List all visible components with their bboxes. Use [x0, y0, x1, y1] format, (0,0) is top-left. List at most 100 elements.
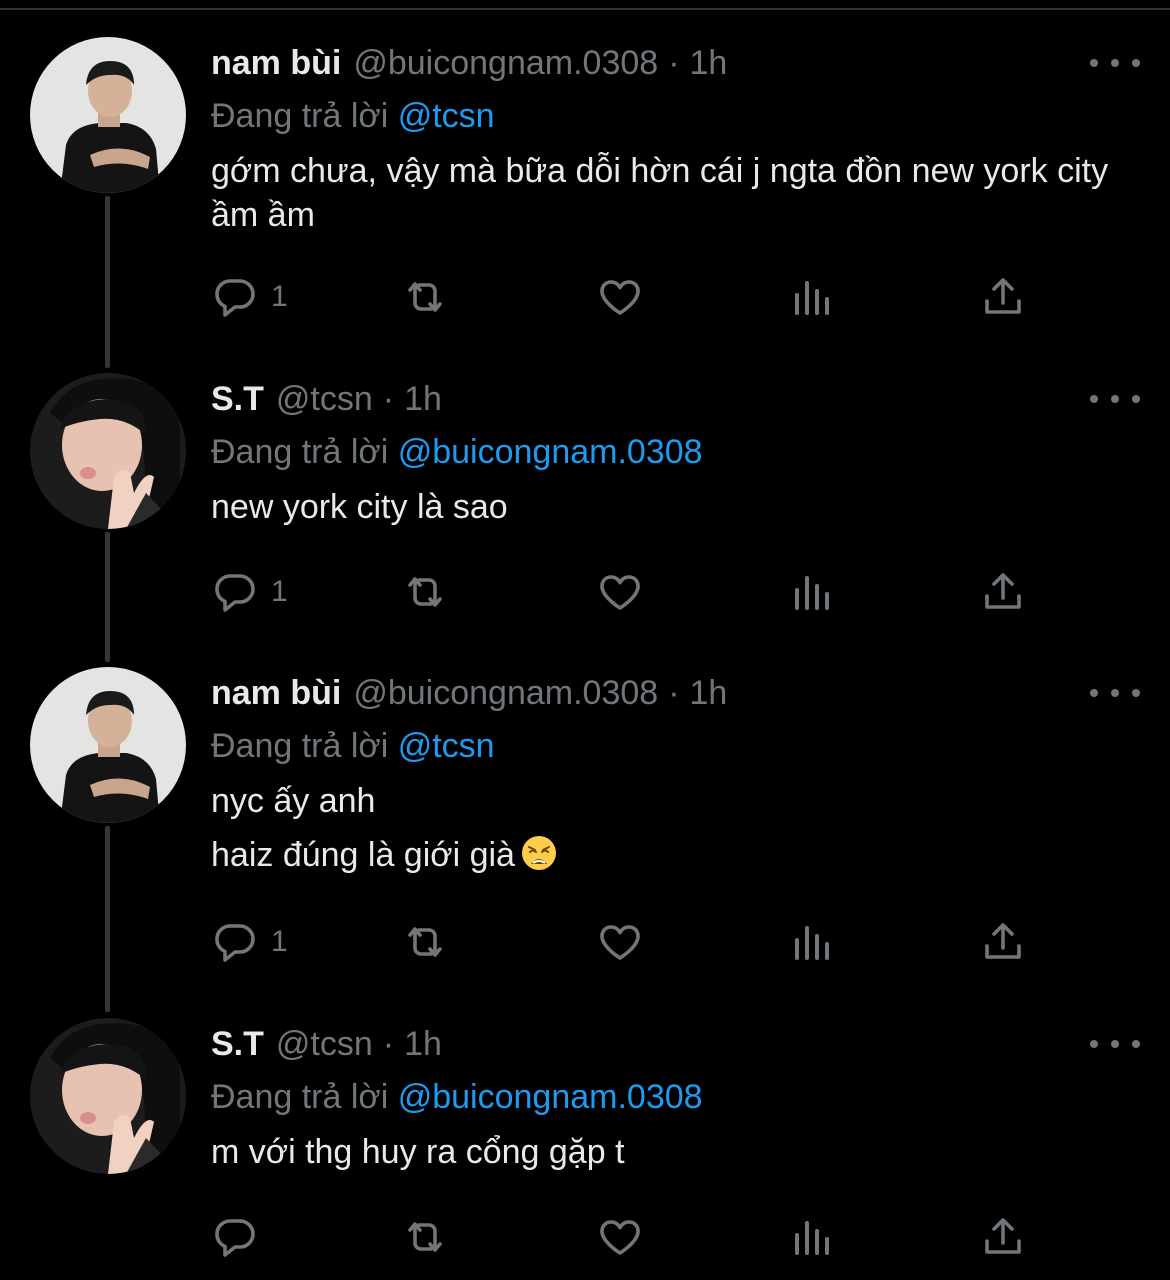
- tweet-actions: 1: [211, 567, 1041, 617]
- reply-button[interactable]: 1: [211, 917, 288, 967]
- timestamp[interactable]: 1h: [404, 380, 442, 419]
- views-icon: [795, 576, 829, 610]
- tweet-text: new york city là sao: [211, 485, 1140, 529]
- avatar-st[interactable]: [30, 1018, 186, 1174]
- display-name[interactable]: nam bùi: [211, 44, 341, 83]
- like-button[interactable]: [596, 567, 644, 617]
- reply-count: 1: [271, 280, 288, 313]
- user-handle[interactable]: @buicongnam.0308: [353, 44, 658, 83]
- views-button[interactable]: [789, 567, 837, 617]
- tweet-text-line: new york city là sao: [211, 488, 508, 526]
- replying-to: Đang trả lời @buicongnam.0308: [211, 1074, 1140, 1120]
- retweet-icon: [408, 1222, 442, 1252]
- retweet-button[interactable]: [401, 567, 449, 617]
- tweet-text-line: haiz đúng là giới già: [211, 836, 515, 874]
- replying-to: Đang trả lời @tcsn: [211, 93, 1140, 139]
- replying-to-mention[interactable]: @tcsn: [398, 97, 495, 135]
- avatar-nam-bui[interactable]: [30, 667, 186, 823]
- views-button[interactable]: [789, 1212, 837, 1262]
- avatar-photo: [30, 667, 186, 823]
- tweet-text: m với thg huy ra cổng gặp t: [211, 1130, 1140, 1174]
- replying-to: Đang trả lời @buicongnam.0308: [211, 429, 1140, 475]
- separator-dot: ·: [382, 379, 395, 418]
- views-button[interactable]: [789, 272, 837, 322]
- user-handle[interactable]: @tcsn: [276, 380, 373, 419]
- share-icon: [985, 278, 1021, 314]
- share-icon: [985, 573, 1021, 609]
- reply-icon: [215, 279, 255, 317]
- retweet-icon: [408, 282, 442, 312]
- reply-icon: [215, 574, 255, 612]
- share-icon: [985, 1218, 1021, 1254]
- timestamp[interactable]: 1h: [690, 674, 728, 713]
- weary-face-emoji: [521, 836, 556, 870]
- retweet-button[interactable]: [401, 917, 449, 967]
- reply-icon: [215, 1219, 255, 1257]
- share-button[interactable]: [979, 1212, 1027, 1262]
- more-icon[interactable]: [1090, 681, 1140, 705]
- tweet-actions: 1: [211, 917, 1041, 967]
- reply-button[interactable]: 1: [211, 567, 288, 617]
- heart-icon: [600, 280, 640, 315]
- thread-connector: [105, 826, 110, 1012]
- more-icon[interactable]: [1090, 387, 1140, 411]
- separator-dot: ·: [382, 1024, 395, 1063]
- thread-connector: [105, 532, 110, 662]
- replying-to-label: Đang trả lời: [211, 97, 389, 135]
- like-button[interactable]: [596, 917, 644, 967]
- replying-to-mention[interactable]: @tcsn: [398, 727, 495, 765]
- tweet-header: nam bùi @buicongnam.0308 · 1h: [211, 667, 1140, 719]
- reply-button[interactable]: 1: [211, 272, 288, 322]
- avatar-st[interactable]: [30, 373, 186, 529]
- reply-count: 1: [271, 575, 288, 608]
- reply-count: 1: [271, 925, 288, 958]
- tweet-text-line: m với thg huy ra cổng gặp t: [211, 1133, 625, 1171]
- heart-icon: [600, 575, 640, 610]
- heart-icon: [600, 1220, 640, 1255]
- views-icon: [795, 1221, 829, 1255]
- tweet-text: gớm chưa, vậy mà bữa dỗi hờn cái j ngta …: [211, 149, 1140, 237]
- avatar-photo: [30, 373, 186, 529]
- avatar-photo: [30, 1018, 186, 1174]
- display-name[interactable]: nam bùi: [211, 674, 341, 713]
- more-icon[interactable]: [1090, 51, 1140, 75]
- tweet-text-line-with-emoji: haiz đúng là giới già: [211, 833, 1140, 877]
- views-icon: [795, 926, 829, 960]
- separator-dot: ·: [668, 43, 680, 82]
- tweet-header: nam bùi @buicongnam.0308 · 1h: [211, 37, 1140, 89]
- replying-to: Đang trả lời @tcsn: [211, 723, 1140, 769]
- timestamp[interactable]: 1h: [404, 1025, 442, 1064]
- like-button[interactable]: [596, 272, 644, 322]
- display-name[interactable]: S.T: [211, 1025, 264, 1064]
- share-button[interactable]: [979, 272, 1027, 322]
- user-handle[interactable]: @tcsn: [276, 1025, 373, 1064]
- retweet-button[interactable]: [401, 1212, 449, 1262]
- reply-button[interactable]: [211, 1212, 271, 1262]
- retweet-button[interactable]: [401, 272, 449, 322]
- avatar-nam-bui[interactable]: [30, 37, 186, 193]
- share-button[interactable]: [979, 917, 1027, 967]
- replying-to-mention[interactable]: @buicongnam.0308: [398, 1078, 703, 1116]
- share-button[interactable]: [979, 567, 1027, 617]
- replying-to-label: Đang trả lời: [211, 433, 389, 471]
- reply-icon: [215, 924, 255, 962]
- replying-to-mention[interactable]: @buicongnam.0308: [398, 433, 703, 471]
- display-name[interactable]: S.T: [211, 380, 264, 419]
- thread-connector: [105, 196, 110, 368]
- tweet-header: S.T @tcsn · 1h: [211, 373, 1140, 425]
- reply-thread: nam bùi @buicongnam.0308 · 1h Đang trả l…: [0, 0, 1170, 1280]
- more-icon[interactable]: [1090, 1032, 1140, 1056]
- separator-dot: ·: [668, 673, 680, 712]
- views-button[interactable]: [789, 917, 837, 967]
- views-icon: [795, 281, 829, 315]
- tweet-actions: 1: [211, 272, 1041, 322]
- like-button[interactable]: [596, 1212, 644, 1262]
- retweet-icon: [408, 577, 442, 607]
- user-handle[interactable]: @buicongnam.0308: [353, 674, 658, 713]
- tweet-header: S.T @tcsn · 1h: [211, 1018, 1140, 1070]
- replying-to-label: Đang trả lời: [211, 1078, 389, 1116]
- retweet-icon: [408, 927, 442, 957]
- timestamp[interactable]: 1h: [690, 44, 728, 83]
- tweet-text-line: nyc ấy anh: [211, 782, 376, 820]
- tweet-actions: [211, 1212, 1041, 1262]
